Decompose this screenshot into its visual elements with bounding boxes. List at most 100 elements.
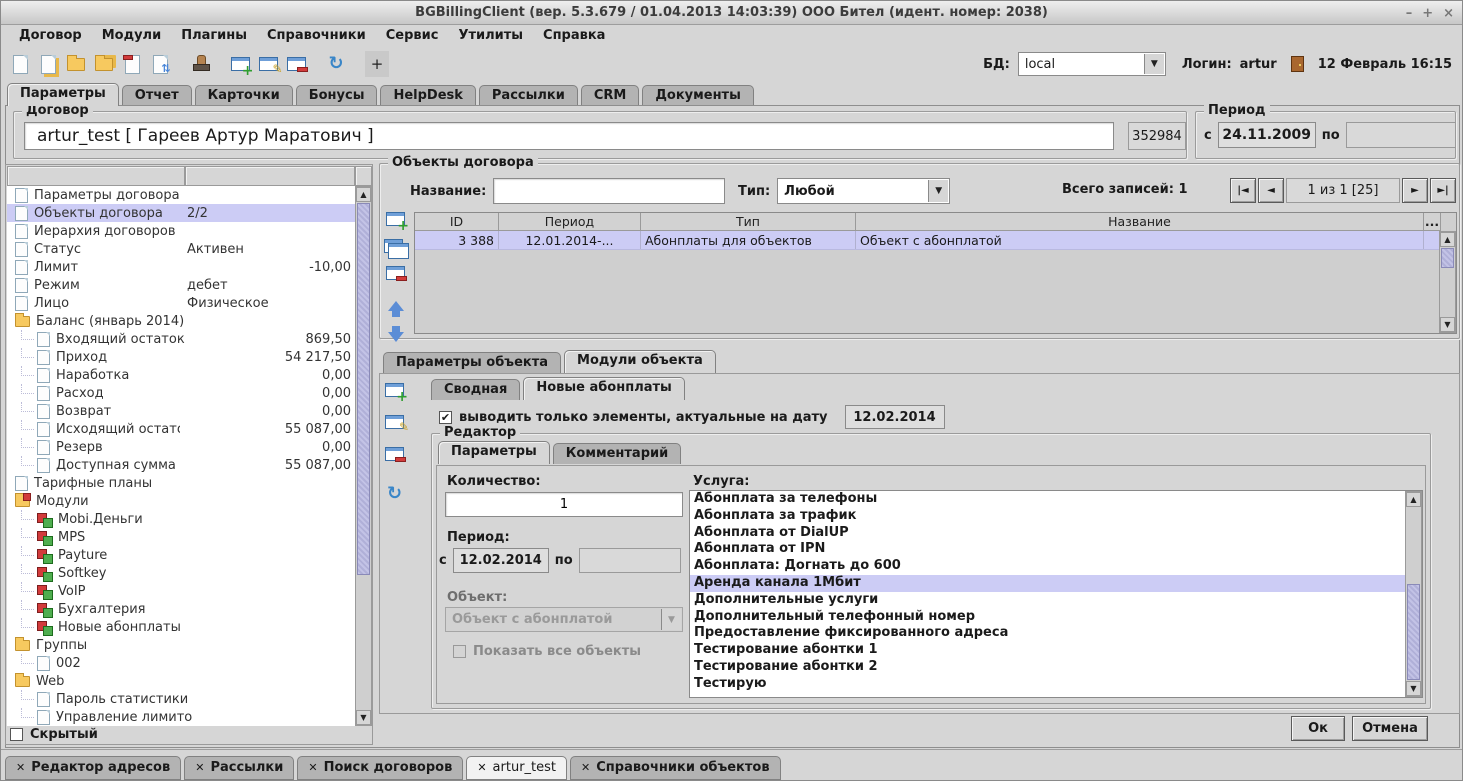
title-bar[interactable]: BGBillingClient (вер. 5.3.679 / 01.04.20… [1, 1, 1462, 25]
tab-report[interactable]: Отчет [122, 85, 192, 106]
db-select[interactable]: local ▼ [1018, 52, 1166, 76]
quantity-input[interactable] [445, 492, 683, 517]
move-down-button[interactable] [388, 332, 404, 342]
tree-item-accounting[interactable]: Бухгалтерия [7, 600, 355, 618]
add-item-button[interactable] [385, 383, 404, 401]
tree-item-status[interactable]: СтатусАктивен [7, 240, 355, 258]
pager-last-button[interactable]: ►| [1430, 178, 1456, 203]
menu-service[interactable]: Сервис [376, 25, 449, 47]
table-row[interactable]: 3 388 12.01.2014-... Абонплаты для объек… [415, 231, 1456, 250]
tree-item-contract-params[interactable]: Параметры договора [7, 186, 355, 204]
list-item[interactable]: Абонплата за телефоны [690, 491, 1422, 508]
refresh-button[interactable]: ↻ [323, 51, 349, 77]
ok-button[interactable]: Ок [1291, 716, 1345, 741]
actual-date-checkbox[interactable]: ✔ [439, 411, 452, 424]
tree-item-limit[interactable]: Лимит-10,00 [7, 258, 355, 276]
list-item[interactable]: Тестирование абонтки 1 [690, 642, 1422, 659]
menu-plugins[interactable]: Плагины [171, 25, 257, 47]
list-item-selected[interactable]: Аренда канала 1Мбит [690, 575, 1422, 592]
tree-item-available[interactable]: Доступная сумма55 087,00 [7, 456, 355, 474]
close-button[interactable]: × [1443, 6, 1454, 21]
tree-item-voip[interactable]: VoIP [7, 582, 355, 600]
tree-item-web[interactable]: Web [7, 672, 355, 690]
folders-button[interactable] [91, 51, 117, 77]
tree-header-col1[interactable] [7, 166, 185, 186]
move-up-button[interactable] [388, 301, 404, 311]
remove-document-button[interactable] [119, 51, 145, 77]
close-icon[interactable]: ✕ [477, 761, 486, 774]
tree-item-new-subscriptions[interactable]: Новые абонплаты [7, 618, 355, 636]
tree-item-refund[interactable]: Возврат0,00 [7, 402, 355, 420]
tab-documents[interactable]: Документы [642, 85, 754, 106]
tab-mailings[interactable]: Рассылки [479, 85, 578, 106]
service-scrollbar-thumb[interactable] [1407, 584, 1420, 680]
editor-from-date[interactable]: 12.02.2014 [453, 548, 549, 573]
list-item[interactable]: Тестирование абонтки 2 [690, 659, 1422, 676]
tab-editor-comment[interactable]: Комментарий [553, 443, 681, 464]
object-name-input[interactable] [493, 178, 725, 204]
scroll-up-icon[interactable]: ▲ [1406, 492, 1421, 507]
col-period[interactable]: Период [499, 213, 641, 231]
bottom-tab-object-directories[interactable]: ✕Справочники объектов [570, 756, 781, 780]
list-item[interactable]: Тестирую [690, 676, 1422, 693]
tree-item-expense[interactable]: Расход0,00 [7, 384, 355, 402]
add-object-button[interactable] [386, 212, 405, 230]
pager-next-button[interactable]: ► [1402, 178, 1428, 203]
open-document-button[interactable] [35, 51, 61, 77]
copy-object-button[interactable] [384, 239, 407, 257]
period-from-date[interactable]: 24.11.2009 [1218, 122, 1316, 148]
list-item[interactable]: Абонплата: Догнать до 600 [690, 558, 1422, 575]
table-scrollbar[interactable]: ▲ ▼ [1439, 231, 1456, 333]
tab-object-parameters[interactable]: Параметры объекта [383, 352, 561, 373]
menu-modules[interactable]: Модули [92, 25, 171, 47]
contract-name-field[interactable]: artur_test [ Гареев Артур Маратович ] [24, 122, 1114, 150]
tree-item-contract-objects[interactable]: Объекты договора2/2 [7, 204, 355, 222]
tree-item-closing-balance[interactable]: Исходящий остаток55 087,00 [7, 420, 355, 438]
tree-item-stats-password[interactable]: Пароль статистики [7, 690, 355, 708]
tree-scrollbar-thumb[interactable] [357, 203, 370, 575]
window-edit-button[interactable] [255, 51, 281, 77]
list-item[interactable]: Абонплата от DialUP [690, 525, 1422, 542]
editor-to-date[interactable] [579, 548, 681, 573]
list-item[interactable]: Абонплата за трафик [690, 508, 1422, 525]
tree-header-col2[interactable] [185, 166, 355, 186]
col-type[interactable]: Тип [641, 213, 856, 231]
tree-item-payture[interactable]: Payture [7, 546, 355, 564]
remove-item-button[interactable] [385, 447, 404, 465]
list-item[interactable]: Абонплата от IPN [690, 541, 1422, 558]
tree-item-mobi-money[interactable]: Mobi.Деньги [7, 510, 355, 528]
menu-directories[interactable]: Справочники [257, 25, 376, 47]
list-item[interactable]: Дополнительный телефонный номер [690, 609, 1422, 626]
tree-item-groups[interactable]: Группы [7, 636, 355, 654]
folder-button[interactable] [63, 51, 89, 77]
new-document-button[interactable] [7, 51, 33, 77]
minimize-button[interactable]: – [1406, 6, 1413, 21]
pager-first-button[interactable]: |◄ [1230, 178, 1256, 203]
list-item[interactable]: Предоставление фиксированного адреса [690, 625, 1422, 642]
scroll-down-icon[interactable]: ▼ [1406, 681, 1421, 696]
tree-item-hierarchy[interactable]: Иерархия договоров [7, 222, 355, 240]
stamp-button[interactable] [187, 51, 213, 77]
tree-item-group-002[interactable]: 002 [7, 654, 355, 672]
remove-object-button[interactable] [386, 266, 405, 284]
bottom-tab-contract-search[interactable]: ✕Поиск договоров [297, 756, 463, 780]
tab-bonuses[interactable]: Бонусы [296, 85, 378, 106]
window-add-button[interactable] [227, 51, 253, 77]
object-type-select[interactable]: Любой ▼ [777, 178, 950, 204]
service-list-scrollbar[interactable]: ▲ ▼ [1405, 491, 1422, 697]
tab-summary[interactable]: Сводная [431, 379, 520, 400]
close-icon[interactable]: ✕ [195, 761, 204, 774]
pager-prev-button[interactable]: ◄ [1258, 178, 1284, 203]
tab-crm[interactable]: CRM [581, 85, 640, 106]
tree-item-softkey[interactable]: Softkey [7, 564, 355, 582]
tree-item-limit-management[interactable]: Управление лимито [7, 708, 355, 726]
list-item[interactable]: Дополнительные услуги [690, 592, 1422, 609]
table-scrollbar-thumb[interactable] [1441, 248, 1454, 268]
bottom-tab-artur-test[interactable]: ✕artur_test [466, 756, 567, 780]
cancel-button[interactable]: Отмена [1352, 716, 1428, 741]
tree-item-balance[interactable]: Баланс (январь 2014) [7, 312, 355, 330]
col-more[interactable]: ... [1424, 213, 1441, 231]
tree-item-reserve[interactable]: Резерв0,00 [7, 438, 355, 456]
menu-help[interactable]: Справка [533, 25, 615, 47]
tab-object-modules[interactable]: Модули объекта [564, 350, 716, 373]
